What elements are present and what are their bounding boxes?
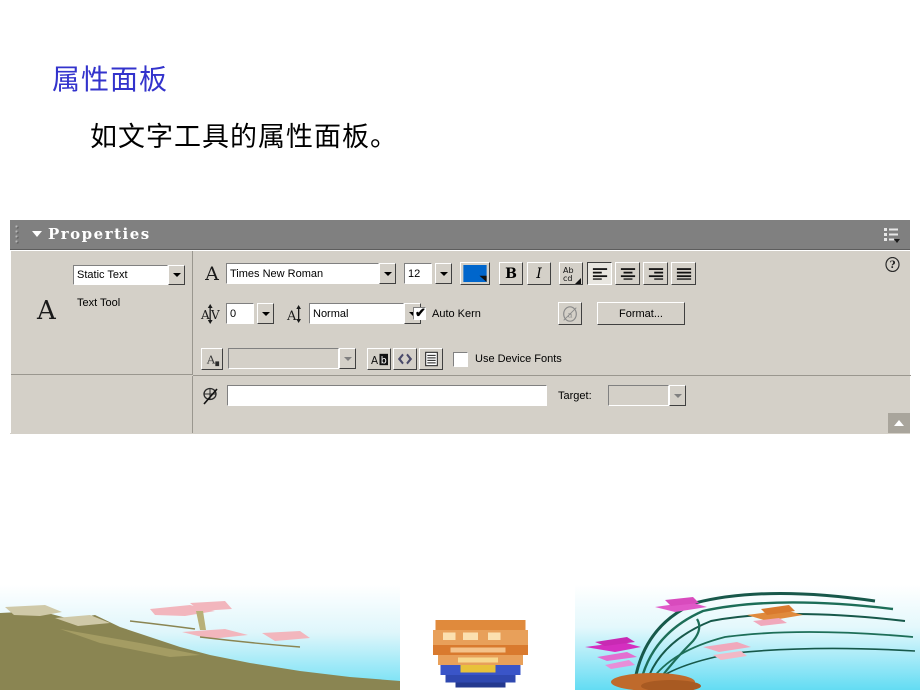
chevron-down-icon[interactable]	[435, 263, 452, 284]
letter-spacing-input[interactable]: 0	[226, 303, 274, 324]
svg-text:cd: cd	[563, 274, 572, 283]
plum-blossom-branch-image	[0, 585, 400, 690]
target-select[interactable]	[608, 385, 686, 406]
drag-gripper-icon[interactable]	[15, 225, 19, 245]
chevron-down-icon[interactable]	[168, 265, 185, 285]
use-device-fonts-label: Use Device Fonts	[475, 353, 562, 365]
font-size-select[interactable]: 12	[404, 263, 452, 284]
edit-format-options-icon[interactable]: a	[558, 302, 582, 325]
bold-button[interactable]: B	[499, 262, 523, 285]
font-size-value[interactable]: 12	[404, 263, 432, 284]
font-rendering-select[interactable]	[228, 348, 356, 369]
character-position-icon: A	[286, 305, 301, 324]
expand-triangle-icon[interactable]	[888, 413, 910, 433]
slide-body-text: 如文字工具的属性面板。	[90, 122, 398, 153]
svg-text:A: A	[200, 308, 210, 322]
render-html-icon[interactable]	[393, 348, 417, 370]
letter-spacing-value[interactable]: 0	[226, 303, 254, 324]
target-label: Target:	[558, 390, 592, 402]
tool-name-label: Text Tool	[77, 297, 121, 309]
svg-text:?: ?	[890, 260, 896, 271]
letter-spacing-AV-icon: A V	[200, 304, 220, 324]
panel-body: ? A Static Text Text Tool A Times New Ro…	[10, 250, 911, 433]
selectable-text-icon[interactable]: A b	[367, 348, 391, 370]
text-type-value[interactable]: Static Text	[73, 265, 168, 285]
svg-text:A: A	[204, 263, 219, 283]
svg-text:A: A	[286, 309, 297, 324]
page-title: 属性面板	[52, 63, 169, 96]
pixel-sprite-image	[428, 615, 533, 690]
check-tick-icon: ✔	[415, 305, 426, 320]
text-color-swatch[interactable]	[460, 262, 490, 285]
align-justify-icon[interactable]	[671, 262, 696, 285]
character-position-value[interactable]: Normal	[309, 303, 404, 324]
tool-column: A Static Text Text Tool	[11, 251, 193, 375]
tool-column-lower	[11, 376, 193, 433]
align-left-icon[interactable]	[587, 262, 612, 285]
font-A-icon: A	[204, 263, 219, 283]
font-family-select[interactable]: Times New Roman	[226, 263, 396, 284]
align-right-icon[interactable]	[643, 262, 668, 285]
use-device-fonts-checkbox[interactable]	[453, 352, 468, 367]
triangle-down-icon[interactable]	[32, 231, 42, 237]
auto-kern-label: Auto Kern	[432, 308, 481, 320]
properties-panel: Properties ? A Static Text Text Tool A T…	[10, 220, 911, 434]
url-input[interactable]	[227, 385, 547, 406]
panel-title: Properties	[48, 225, 151, 243]
font-rendering-value[interactable]	[228, 348, 339, 369]
chevron-down-icon[interactable]	[257, 303, 274, 324]
chevron-down-icon[interactable]	[379, 263, 396, 284]
svg-text:A: A	[205, 352, 215, 366]
svg-text:A: A	[371, 355, 379, 367]
font-family-value[interactable]: Times New Roman	[226, 263, 379, 284]
section-divider	[193, 375, 911, 376]
svg-text:b: b	[380, 355, 386, 366]
chevron-down-icon[interactable]	[669, 385, 686, 406]
svg-text:a: a	[568, 309, 573, 319]
chevron-down-icon[interactable]	[339, 348, 356, 369]
text-tool-A-icon: A	[37, 296, 56, 326]
show-border-icon[interactable]	[419, 348, 443, 370]
panel-titlebar[interactable]: Properties	[10, 220, 910, 250]
text-type-select[interactable]: Static Text	[73, 265, 185, 285]
target-value[interactable]	[608, 385, 669, 406]
orchid-plant-image	[575, 585, 920, 690]
format-button[interactable]: Format...	[597, 302, 685, 325]
text-direction-icon[interactable]: Ab cd	[559, 262, 583, 285]
font-rendering-icon[interactable]: A	[201, 348, 223, 370]
svg-text:V: V	[210, 308, 220, 322]
italic-button[interactable]: I	[527, 262, 551, 285]
help-question-icon[interactable]: ?	[885, 257, 900, 272]
align-center-icon[interactable]	[615, 262, 640, 285]
auto-kern-checkbox[interactable]: ✔	[413, 305, 426, 320]
url-link-icon	[203, 387, 218, 405]
panel-menu-icon[interactable]	[882, 226, 900, 244]
character-position-select[interactable]: Normal	[309, 303, 421, 324]
